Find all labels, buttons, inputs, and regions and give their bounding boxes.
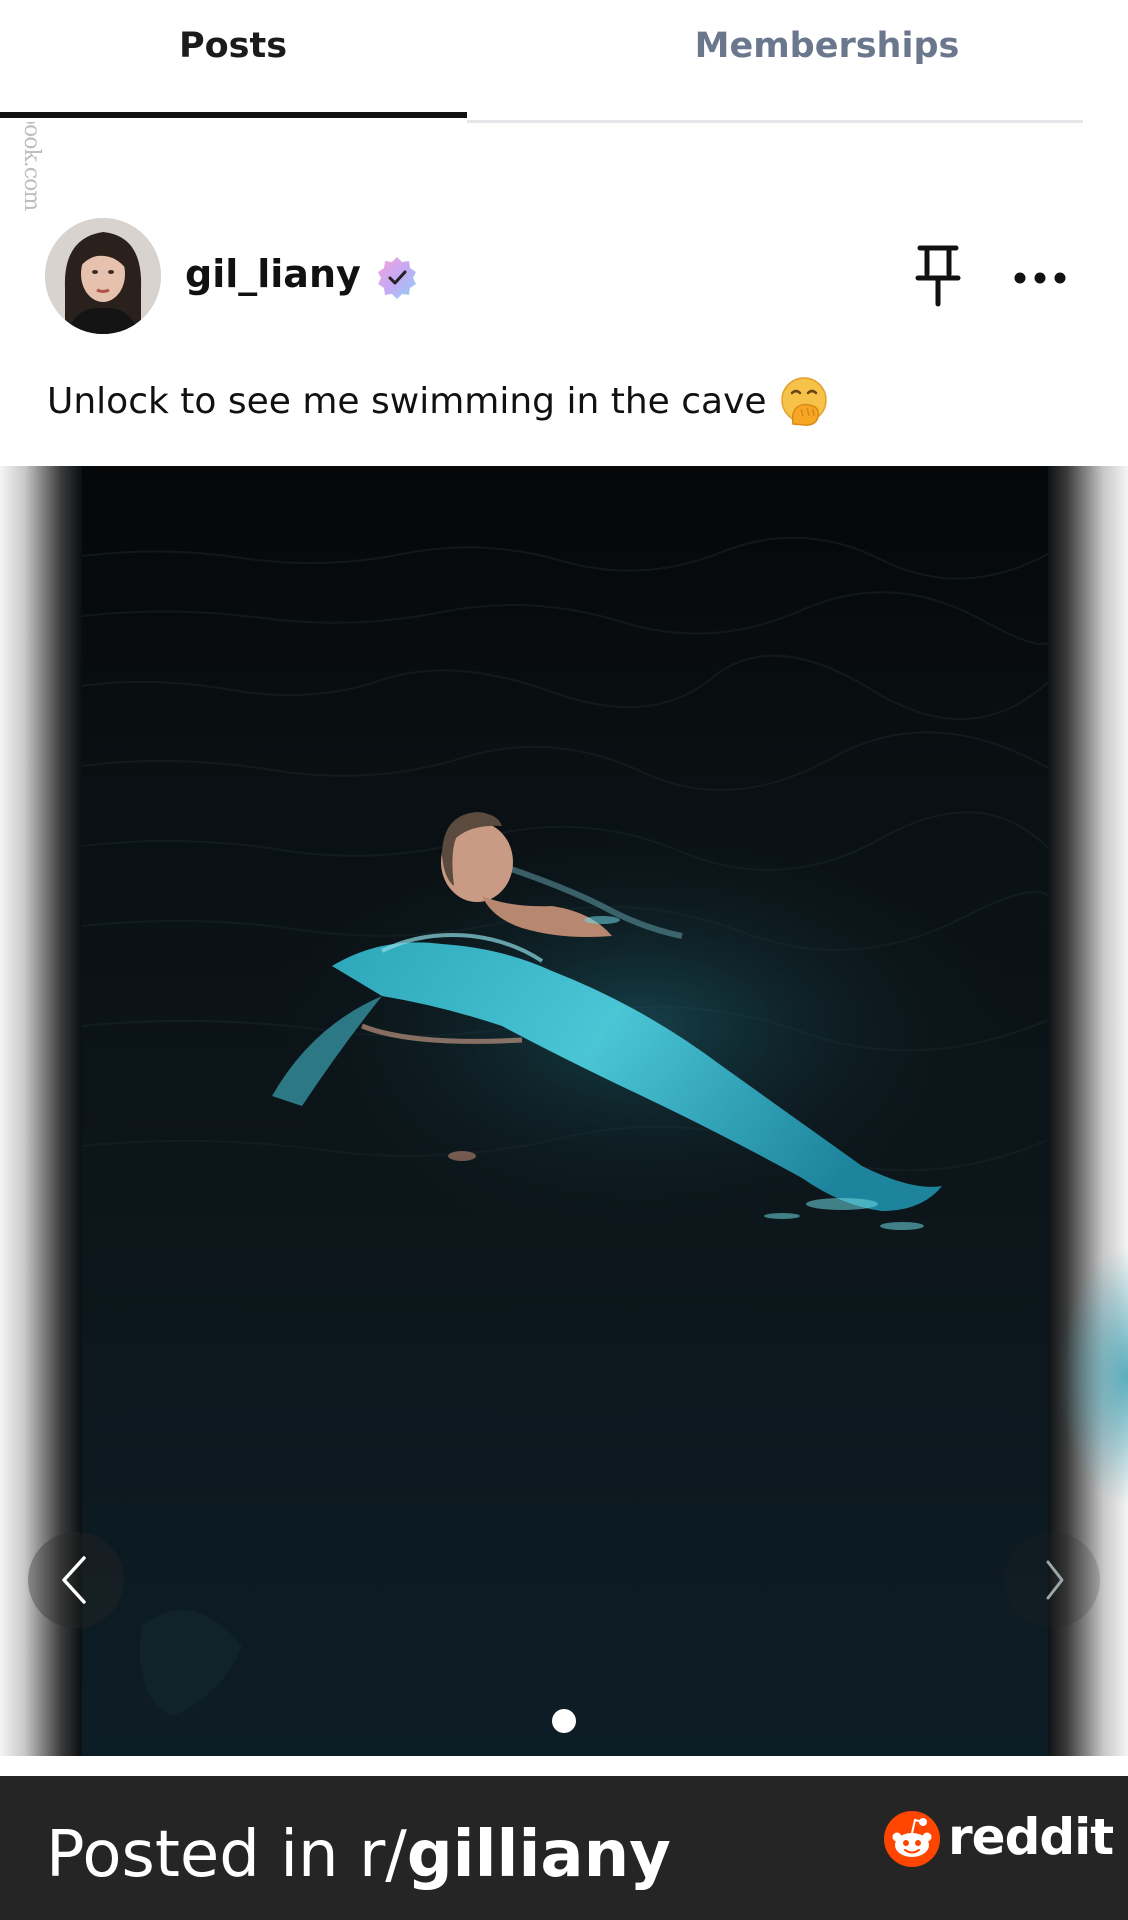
- post-photo[interactable]: [82, 466, 1048, 1756]
- tab-memberships[interactable]: Memberships: [596, 0, 1058, 118]
- caption-text: Unlock to see me swimming in the cave: [47, 380, 767, 422]
- post-caption: Unlock to see me swimming in the cave: [47, 376, 829, 426]
- post-media-carousel[interactable]: [0, 466, 1128, 1756]
- subreddit-name[interactable]: gilliany: [407, 1818, 671, 1892]
- posted-in-text: Posted in r/gilliany: [46, 1818, 671, 1892]
- active-tab-indicator: [0, 112, 467, 118]
- hand-over-mouth-emoji-icon: [779, 376, 829, 426]
- carousel-next-button[interactable]: [1004, 1532, 1100, 1628]
- footer-bar: Posted in r/gilliany reddit: [0, 1776, 1128, 1920]
- reddit-wordmark: reddit: [948, 1808, 1114, 1866]
- posted-prefix: Posted in r/: [46, 1818, 407, 1892]
- tab-bar: Posts Memberships: [0, 0, 1128, 123]
- reddit-logo-icon: [883, 1810, 941, 1868]
- carousel-prev-button[interactable]: [28, 1532, 124, 1628]
- more-options-icon[interactable]: [1012, 258, 1068, 298]
- reddit-footer: Posted in r/gilliany reddit: [0, 1756, 1128, 1920]
- username[interactable]: gil_liany: [185, 252, 361, 296]
- verified-badge-icon: [374, 255, 420, 301]
- avatar[interactable]: [45, 218, 161, 334]
- tab-divider: [467, 120, 1083, 123]
- pin-icon[interactable]: [912, 244, 964, 308]
- carousel-page-dot[interactable]: [552, 1709, 576, 1733]
- tab-posts[interactable]: Posts: [0, 0, 466, 118]
